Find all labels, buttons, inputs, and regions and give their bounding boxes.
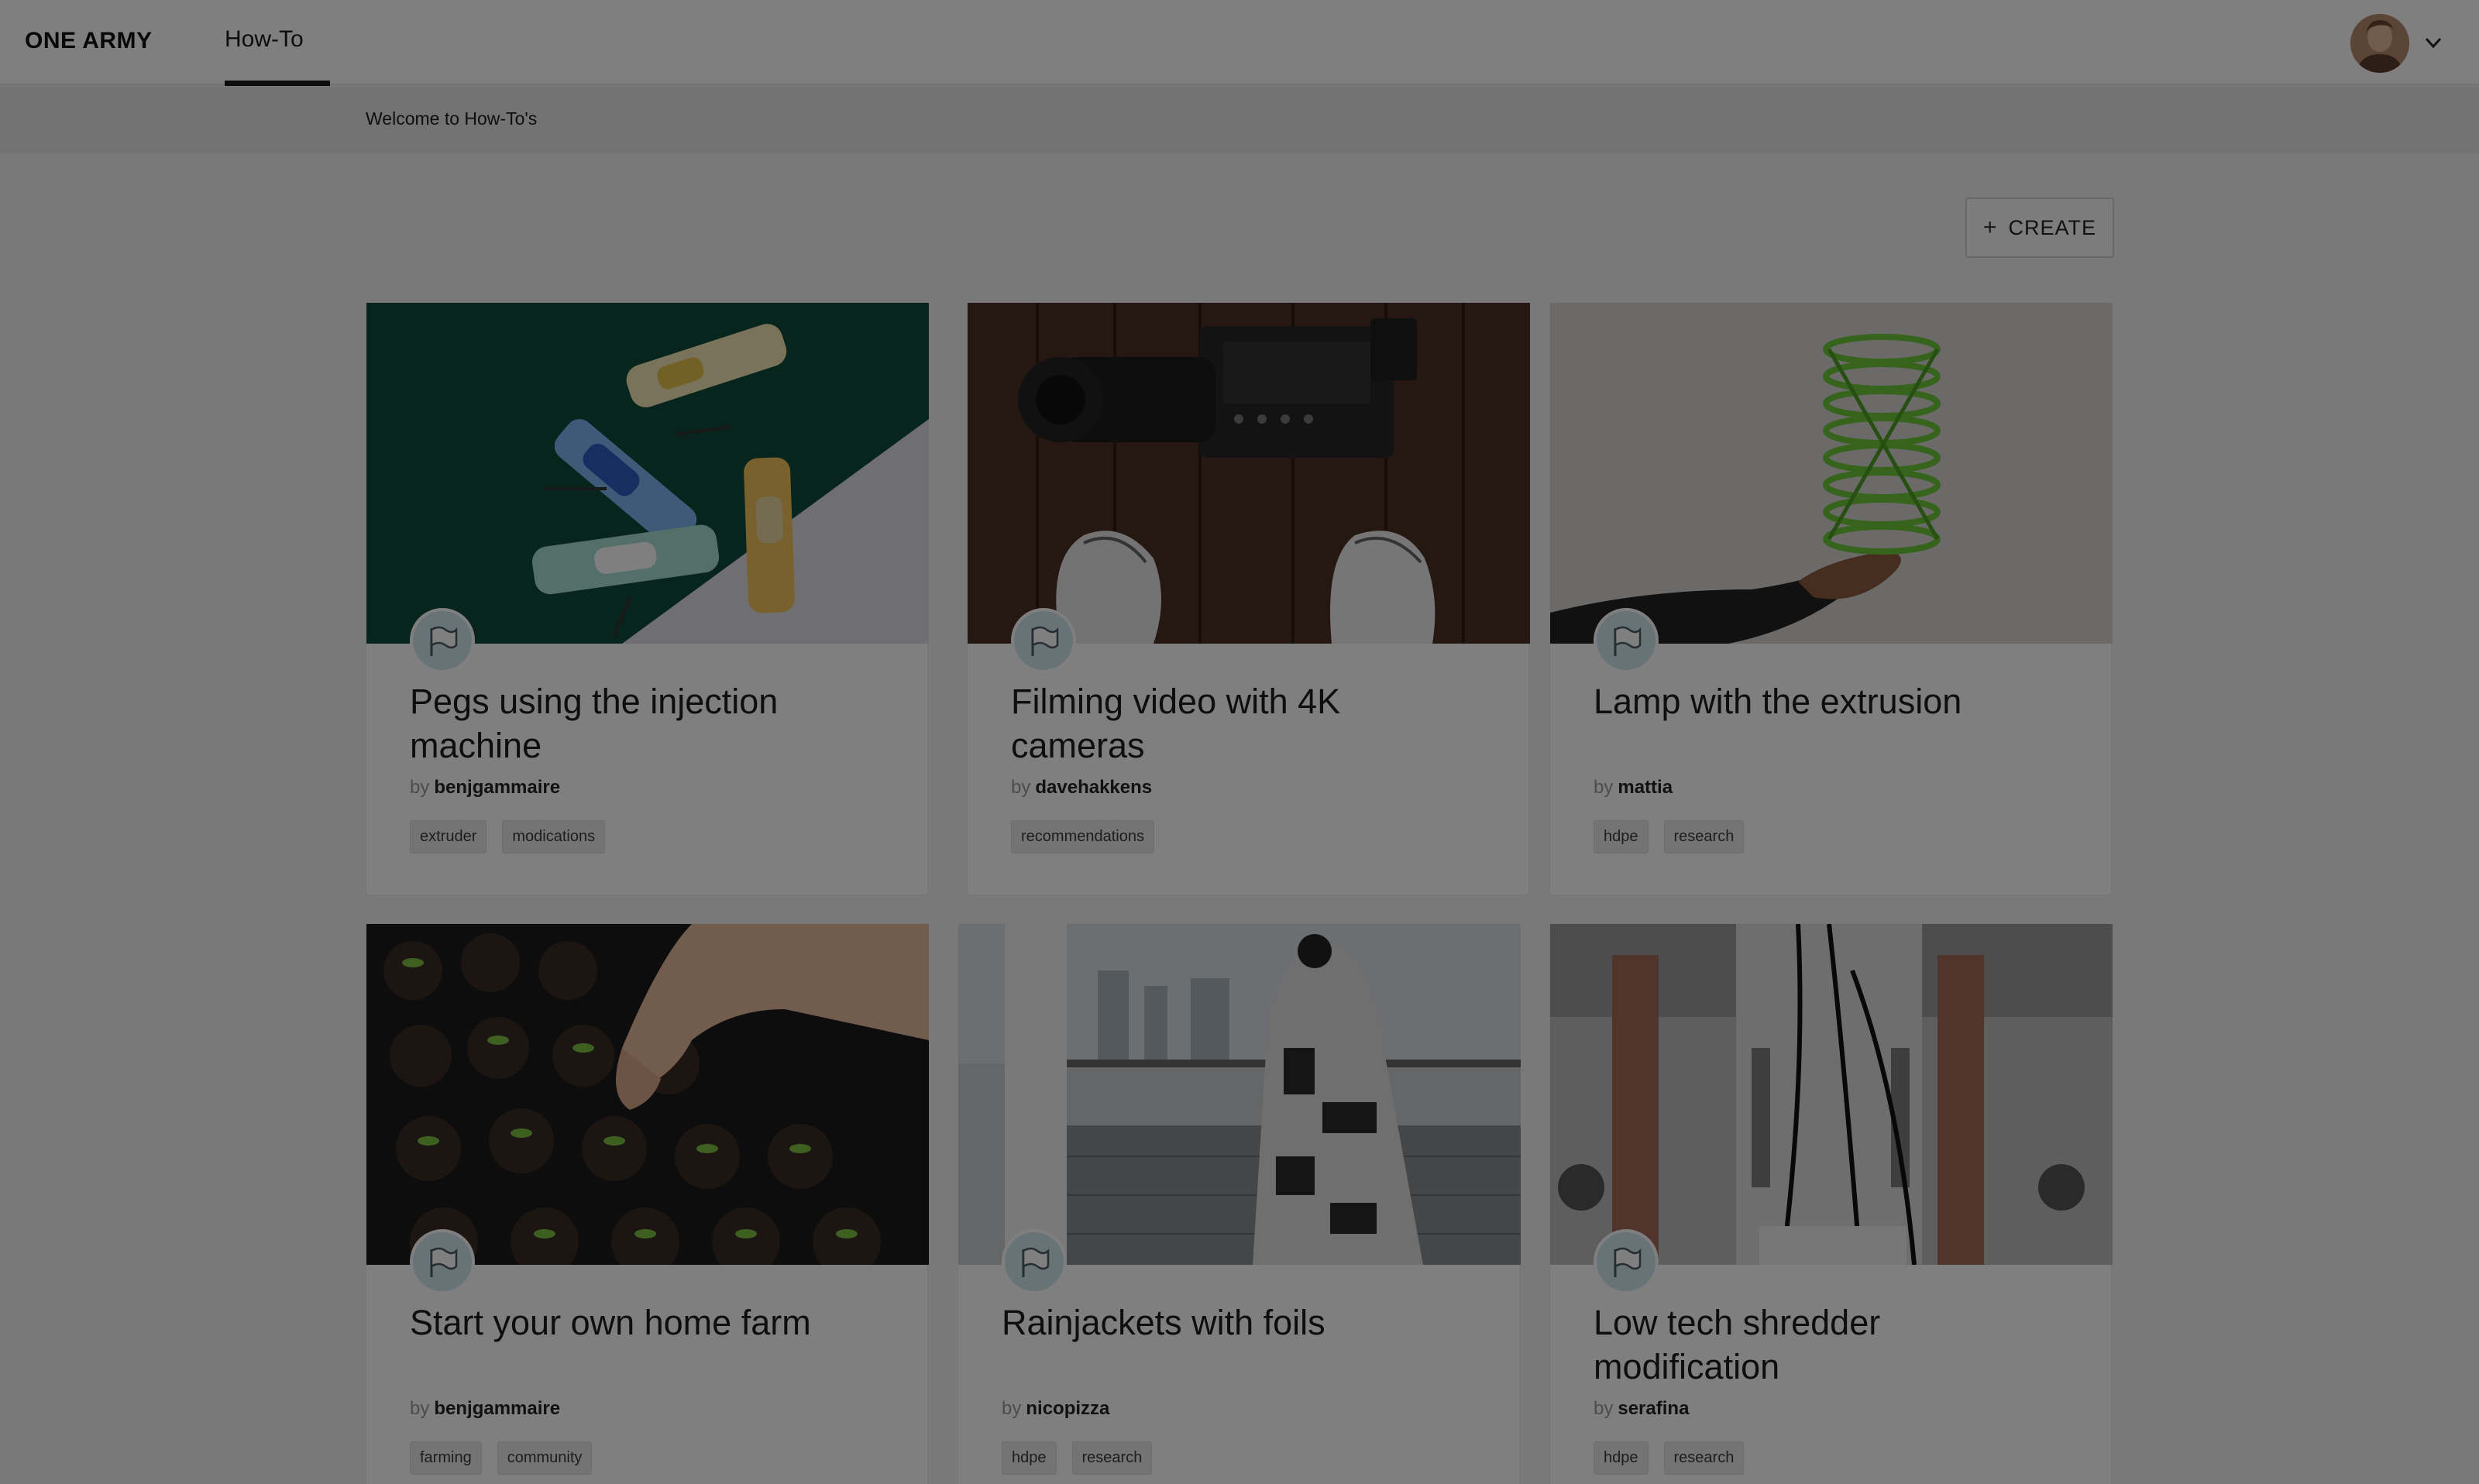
howto-title[interactable]: Start your own home farm bbox=[410, 1300, 844, 1345]
tab-how-to[interactable]: How-To bbox=[225, 26, 304, 53]
tag[interactable]: hdpe bbox=[1002, 1441, 1057, 1475]
howto-author: by benjgammaire bbox=[410, 1398, 560, 1420]
tag[interactable]: research bbox=[1663, 820, 1745, 854]
howto-card[interactable]: Pegs using the injection machine by benjg… bbox=[366, 302, 929, 895]
flag-icon bbox=[1002, 1229, 1067, 1294]
tag-list: extruder modications bbox=[410, 820, 606, 854]
howto-author: by nicopizza bbox=[1002, 1398, 1109, 1420]
tag[interactable]: modications bbox=[502, 820, 606, 854]
tag[interactable]: extruder bbox=[410, 820, 487, 854]
tag-list: farming community bbox=[410, 1441, 593, 1475]
tag[interactable]: community bbox=[497, 1441, 593, 1475]
howto-image[interactable] bbox=[366, 303, 929, 644]
howto-image[interactable] bbox=[968, 303, 1530, 644]
howto-title[interactable]: Lamp with the extrusion bbox=[1594, 679, 2027, 723]
author-name[interactable]: nicopizza bbox=[1026, 1398, 1109, 1419]
howto-title[interactable]: Filming video with 4K cameras bbox=[1011, 679, 1445, 768]
howto-card[interactable]: Filming video with 4K cameras by davehakk… bbox=[967, 302, 1530, 895]
howto-title[interactable]: Pegs using the injection machine bbox=[410, 679, 844, 768]
plus-icon: + bbox=[1982, 215, 1998, 240]
howto-author: by serafina bbox=[1594, 1398, 1689, 1420]
author-by: by bbox=[1594, 1398, 1614, 1419]
tag-list: hdpe research bbox=[1594, 820, 1745, 854]
tag-list: hdpe research bbox=[1002, 1441, 1153, 1475]
tag[interactable]: research bbox=[1071, 1441, 1153, 1475]
author-by: by bbox=[1594, 777, 1614, 798]
tag[interactable]: recommendations bbox=[1011, 820, 1154, 854]
tag[interactable]: hdpe bbox=[1594, 1441, 1649, 1475]
howto-author: by benjgammaire bbox=[410, 777, 560, 799]
user-avatar[interactable] bbox=[2350, 14, 2409, 73]
howto-author: by davehakkens bbox=[1011, 777, 1152, 799]
howto-author: by mattia bbox=[1594, 777, 1673, 799]
flag-icon bbox=[410, 608, 475, 673]
active-tab-indicator bbox=[225, 81, 330, 86]
author-by: by bbox=[1011, 777, 1031, 798]
howto-image[interactable] bbox=[366, 924, 929, 1265]
welcome-bar: Welcome to How-To's bbox=[0, 87, 2479, 153]
top-navigation: ONE ARMY How-To bbox=[0, 0, 2479, 86]
author-name[interactable]: davehakkens bbox=[1035, 777, 1152, 798]
author-by: by bbox=[1002, 1398, 1022, 1419]
tag[interactable]: hdpe bbox=[1594, 820, 1649, 854]
howto-image[interactable] bbox=[958, 924, 1521, 1265]
howto-title[interactable]: Rainjackets with foils bbox=[1002, 1300, 1435, 1345]
author-by: by bbox=[410, 777, 430, 798]
author-name[interactable]: mattia bbox=[1618, 777, 1673, 798]
welcome-text: Welcome to How-To's bbox=[366, 108, 538, 129]
flag-icon bbox=[1594, 1229, 1659, 1294]
tag[interactable]: farming bbox=[410, 1441, 482, 1475]
create-button[interactable]: + CREATE bbox=[1965, 198, 2114, 258]
author-by: by bbox=[410, 1398, 430, 1419]
author-name[interactable]: benjgammaire bbox=[434, 777, 560, 798]
flag-icon bbox=[410, 1229, 475, 1294]
author-name[interactable]: serafina bbox=[1618, 1398, 1689, 1419]
tag[interactable]: research bbox=[1663, 1441, 1745, 1475]
logo[interactable]: ONE ARMY bbox=[25, 28, 153, 54]
flag-icon bbox=[1011, 608, 1076, 673]
howto-card[interactable]: Lamp with the extrusion by mattia hdpe re… bbox=[1549, 302, 2113, 895]
create-label: CREATE bbox=[2008, 215, 2097, 239]
howto-image[interactable] bbox=[1550, 303, 2113, 644]
tag-list: hdpe research bbox=[1594, 1441, 1745, 1475]
author-name[interactable]: benjgammaire bbox=[434, 1398, 560, 1419]
flag-icon bbox=[1594, 608, 1659, 673]
tag-list: recommendations bbox=[1011, 820, 1154, 854]
howto-card[interactable]: Rainjackets with foils by nicopizza hdpe … bbox=[958, 923, 1521, 1484]
howto-image[interactable] bbox=[1550, 924, 2113, 1265]
chevron-down-icon[interactable] bbox=[2422, 31, 2445, 54]
howto-title[interactable]: Low tech shredder modification bbox=[1594, 1300, 2027, 1389]
howto-card[interactable]: Low tech shredder modification by serafin… bbox=[1549, 923, 2113, 1484]
howto-card[interactable]: Start your own home farm by benjgammaire … bbox=[366, 923, 929, 1484]
